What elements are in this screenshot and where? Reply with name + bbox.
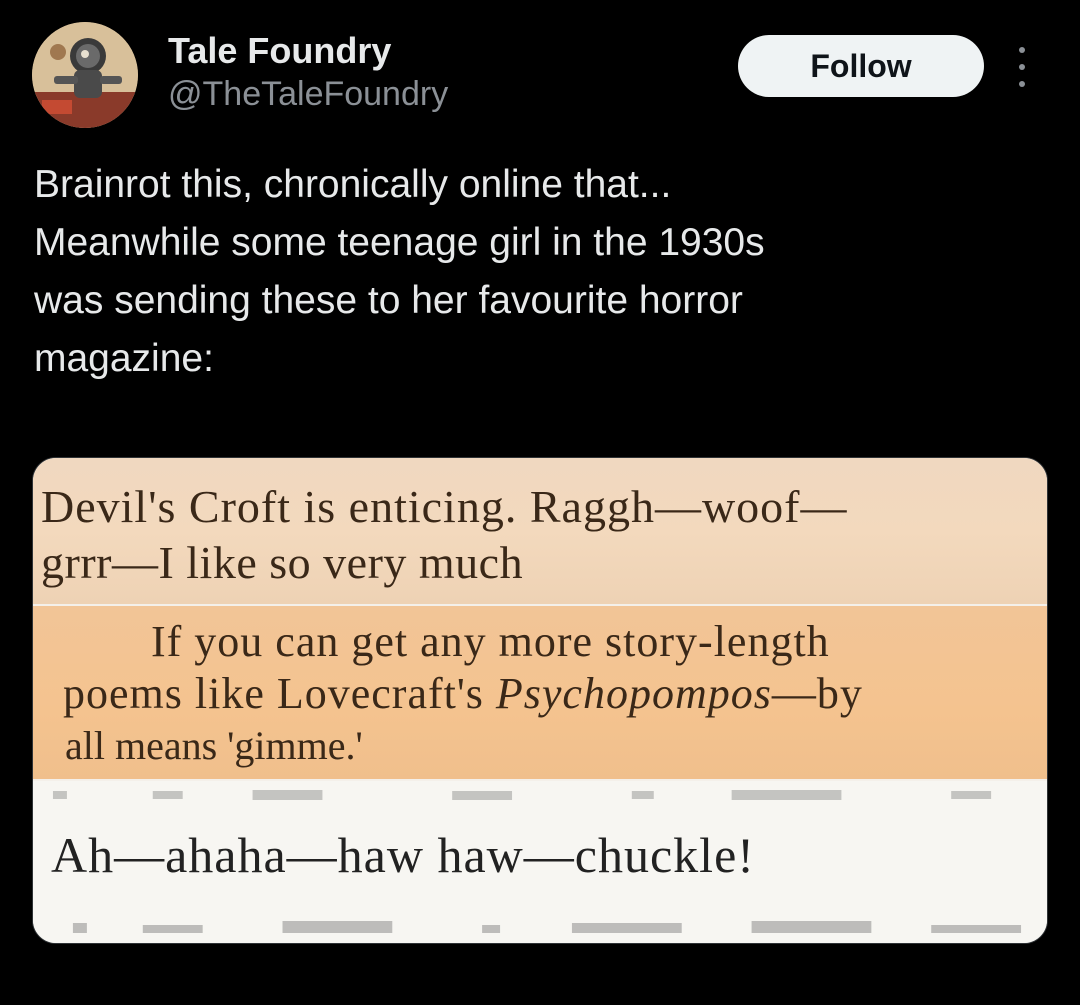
robot-avatar-icon bbox=[32, 22, 138, 128]
magazine-clipping-2: If you can get any more story-length poe… bbox=[33, 606, 1047, 781]
dot bbox=[1019, 47, 1025, 53]
clipping-2-line-2-end: —by bbox=[771, 669, 863, 718]
dot bbox=[1019, 81, 1025, 87]
author-names: Tale Foundry @TheTaleFoundry bbox=[168, 29, 448, 115]
author-display-name[interactable]: Tale Foundry bbox=[168, 29, 448, 73]
magazine-clipping-3: Ah—ahaha—haw haw—chuckle! bbox=[33, 781, 1047, 943]
clipping-2-line-3: all means 'gimme.' bbox=[65, 723, 363, 768]
dot bbox=[1019, 64, 1025, 70]
clipping-2-line-1: If you can get any more story-length bbox=[151, 617, 830, 666]
author-avatar[interactable] bbox=[32, 22, 138, 128]
follow-button[interactable]: Follow bbox=[738, 35, 984, 97]
clipping-3-line-1: Ah—ahaha—haw haw—chuckle! bbox=[51, 827, 755, 883]
clipping-2-line-2-text: poems like Lovecraft's bbox=[63, 669, 496, 718]
post-image[interactable]: Devil's Croft is enticing. Raggh—woof— g… bbox=[32, 457, 1048, 944]
post-header: Tale Foundry @TheTaleFoundry bbox=[32, 22, 448, 128]
clipping-1-line-2: grrr—I like so very much bbox=[41, 537, 524, 588]
clipping-1-line-1: Devil's Croft is enticing. Raggh—woof— bbox=[41, 481, 848, 532]
post-text: Brainrot this, chronically online that..… bbox=[34, 163, 765, 380]
cut-text-fragments bbox=[52, 790, 992, 800]
clipping-2-title-italic: Psychopompos bbox=[495, 669, 772, 718]
clipping-2-line-2: poems like Lovecraft's Psychopompos—by bbox=[63, 668, 863, 719]
more-vertical-icon[interactable] bbox=[1014, 47, 1030, 87]
magazine-clipping-1: Devil's Croft is enticing. Raggh—woof— g… bbox=[33, 458, 1047, 606]
cut-text-fragments bbox=[72, 921, 1022, 933]
post: Tale Foundry @TheTaleFoundry Follow Brai… bbox=[0, 0, 1080, 1005]
author-handle[interactable]: @TheTaleFoundry bbox=[168, 73, 448, 115]
